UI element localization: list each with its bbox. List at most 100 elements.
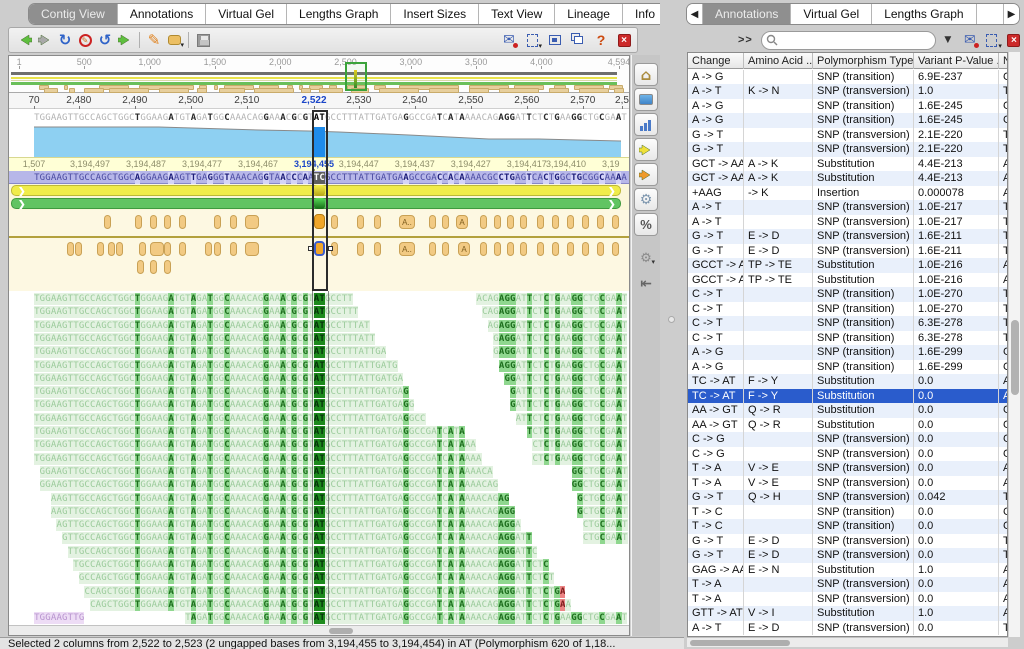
table-row[interactable]: GCT -> AATA -> KSubstitution4.4E-213A — [688, 171, 1008, 186]
polymorphism-marker[interactable] — [116, 242, 123, 256]
dropdown-arrow-icon[interactable]: ▼ — [938, 30, 958, 50]
read-row[interactable]: TGCCAGCTGGCTGGAAGATGTAGATGGCAAACAGGAAACG… — [73, 558, 548, 570]
column-header-n[interactable]: N — [999, 53, 1008, 69]
polymorphism-marker[interactable] — [537, 242, 544, 256]
polymorphism-marker[interactable] — [582, 242, 589, 256]
settings-menu-button[interactable]: ⚙▾ — [634, 247, 658, 269]
read-row[interactable]: GCCAGCTGGCTGGAAGATGTAGATGGCAAACAGGAAACGC… — [79, 571, 554, 583]
contig-hscroll-thumb[interactable] — [329, 628, 353, 634]
table-row[interactable]: G -> TE -> DSNP (transversion)0.0T — [688, 548, 1008, 563]
read-row[interactable]: TGGAAGTTGCCAGCTGGCTGGAAGATGTAGATGGCAAACA… — [34, 372, 403, 384]
tab-virtual-gel[interactable]: Virtual Gel — [206, 4, 287, 24]
read-row[interactable]: CTGCGAAT — [583, 518, 628, 530]
read-row[interactable]: TGGAAGTTGCCAGCTGGCTGGAAGATGTAGATGGCAAACA… — [34, 452, 482, 464]
contig-overview[interactable]: 15001,0001,5002,0002,5003,0003,5004,0004… — [9, 56, 629, 93]
polymorphism-marker[interactable] — [520, 242, 527, 256]
polymorphism-marker[interactable] — [179, 242, 186, 256]
contig-horizontal-scrollbar[interactable] — [9, 625, 629, 635]
mail-icon[interactable]: ✉ — [960, 30, 980, 50]
table-row[interactable]: GCCT -> ATCTTP -> TESubstitution1.0E-216… — [688, 273, 1008, 288]
polymorphism-marker[interactable] — [164, 242, 171, 256]
home-icon[interactable]: ⌂ — [636, 65, 656, 85]
read-row[interactable]: CTCTGAAGGCTGCGAAT — [532, 452, 627, 464]
read-row[interactable]: TGGAAGTTGCCAGCTGGCTGGAAGATGTAGATGGCAAACA… — [34, 385, 409, 397]
polymorphism-marker[interactable] — [374, 215, 381, 229]
read-row[interactable]: GATTCTCTGAAGGCTGCGAAT — [510, 398, 627, 410]
read-row[interactable]: TGGAAGTTGCCAGCTGGCTGGAAGATGTAGATGGCAAACA… — [34, 438, 476, 450]
polymorphism-marker[interactable] — [179, 215, 186, 229]
read-row[interactable]: TGGAAGTTGCCAGCTGGCTGGAAGATGTAGATGGCAAACA… — [34, 292, 353, 304]
polymorphism-marker[interactable] — [374, 242, 381, 256]
polymorphism-marker[interactable] — [164, 215, 171, 229]
read-row[interactable]: GGAAGTTGCCAGCTGGCTGGAAGATGTAGATGGCAAACAG… — [40, 478, 499, 490]
table-row[interactable]: T -> AV -> ESNP (transversion)0.0A — [688, 461, 1008, 476]
annotations-scroll-thumb[interactable] — [1011, 320, 1019, 395]
polymorphism-marker[interactable] — [150, 242, 164, 256]
polymorphism-marker[interactable] — [552, 215, 559, 229]
display-button[interactable] — [634, 88, 658, 111]
read-row[interactable]: ATTCTCTGAAGGCTGCGAAT — [516, 412, 628, 424]
polymorphism-marker[interactable] — [108, 242, 115, 256]
polymorphism-marker[interactable] — [135, 215, 142, 229]
polymorphism-marker[interactable] — [357, 215, 364, 229]
read-row[interactable]: AGTTGCCAGCTGGCTGGAAGATGTAGATGGCAAACAGGAA… — [56, 518, 520, 530]
read-row[interactable]: GGATTCTCTGAAGGCTGCGAAT — [504, 372, 627, 384]
tab-right-annotations[interactable]: Annotations — [703, 4, 791, 24]
table-row[interactable]: G -> TE -> DSNP (transversion)1.6E-211T — [688, 229, 1008, 244]
table-row[interactable]: T -> AV -> ESNP (transversion)0.0A — [688, 476, 1008, 491]
table-row[interactable]: GAG -> AATE -> NSubstitution1.0A — [688, 563, 1008, 578]
tab-right-lengths-graph[interactable]: Lengths Graph — [872, 4, 976, 24]
home-button[interactable]: ⌂ — [634, 63, 658, 86]
table-row[interactable]: AA -> GTQ -> RSubstitution0.0G — [688, 418, 1008, 433]
read-row[interactable]: CAGAGGATTCTCTGAAGGCTGCGAAT — [482, 305, 627, 317]
table-row[interactable]: GTT -> ATTV -> ISubstitution1.0A — [688, 606, 1008, 621]
read-row[interactable]: TGGAAGTTGCCAGCTGGCTGGAAGATGTAGATGGCAAACA… — [34, 412, 426, 424]
table-row[interactable]: A -> GSNP (transition)6.9E-237G — [688, 70, 1008, 85]
read-row[interactable]: TGGAAGTTGCCAGCTGGCTGGAAGATGTAGATGGCAAACA… — [34, 319, 370, 331]
percent-icon[interactable]: % — [636, 215, 656, 235]
annotations-table[interactable]: ChangeAmino Acid ...Polymorphism TypeVar… — [687, 52, 1008, 637]
table-row[interactable]: T -> ASNP (transversion)0.0A — [688, 577, 1008, 592]
settings-icon[interactable]: ⚙ — [636, 190, 656, 210]
read-row[interactable]: AGGATTCTCTGAAGGCTGCGAAT — [499, 359, 628, 371]
table-row[interactable]: A -> GSNP (transition)1.6E-299G — [688, 360, 1008, 375]
annotation-search-input[interactable] — [761, 31, 936, 50]
polymorphism-marker[interactable] — [429, 242, 436, 256]
read-row[interactable]: GCTGCGAAT — [577, 505, 627, 517]
polymorphism-marker[interactable] — [597, 242, 604, 256]
read-row[interactable]: TGGAAGTTG — [34, 611, 84, 623]
read-row[interactable]: TGGAAGTTGCCAGCTGGCTGGAAGATGTAGATGGCAAACA… — [34, 398, 414, 410]
read-row[interactable]: AAGTTGCCAGCTGGCTGGAAGATGTAGATGGCAAACAGGA… — [51, 492, 510, 504]
polymorphism-marker[interactable] — [137, 260, 144, 274]
collapse-left-icon[interactable]: ⇤ — [636, 274, 656, 294]
read-row[interactable]: GAGGATTCTCTGAAGGCTGCGAAT — [493, 332, 627, 344]
next-edit-icon[interactable] — [636, 165, 656, 185]
table-row[interactable]: A -> TK -> NSNP (transversion)1.0T — [688, 84, 1008, 99]
pencil-edit-icon[interactable]: ✎ — [144, 30, 164, 50]
close-icon[interactable]: × — [1004, 30, 1024, 50]
polymorphism-marker[interactable] — [205, 242, 212, 256]
table-row[interactable]: C -> GSNP (transversion)0.0G — [688, 447, 1008, 462]
polymorphism-marker[interactable] — [97, 242, 104, 256]
polymorphism-marker[interactable] — [494, 215, 501, 229]
read-row[interactable]: CAGCTGGCTGGAAGATGTAGATGGCAAACAGGAAACGCGT… — [90, 598, 571, 610]
copy-with-options-icon[interactable]: ▾ — [522, 30, 542, 50]
tab-scroll-left[interactable]: ◀ — [687, 4, 703, 24]
selected-column[interactable] — [312, 110, 328, 291]
polymorphism-marker[interactable] — [150, 260, 157, 274]
polymorphism-marker[interactable]: A.. — [399, 215, 415, 229]
read-row[interactable]: TGGAAGTTGCCAGCTGGCTGGAAGATGTAGATGGCAAACA… — [34, 345, 386, 357]
read-row[interactable]: CCAGCTGGCTGGAAGATGTAGATGGCAAACAGGAAACGCG… — [84, 585, 565, 597]
column-header-amino-acid[interactable]: Amino Acid ... — [744, 53, 813, 69]
polymorphism-marker[interactable] — [520, 215, 527, 229]
table-row[interactable]: A -> GSNP (transition)1.6E-299G — [688, 345, 1008, 360]
polymorphism-marker[interactable] — [582, 215, 589, 229]
read-row[interactable]: TAGATGGCAAACAGGAAACGCGTATGCCTTTATTGATGAG… — [185, 611, 627, 623]
table-row[interactable]: T -> CSNP (transition)0.0C — [688, 519, 1008, 534]
read-row[interactable]: GTTGCCAGCTGGCTGGAAGATGTAGATGGCAAACAGGAAA… — [62, 531, 532, 543]
read-row[interactable]: GCTGCGAAT — [577, 492, 627, 504]
apply-edits-icon[interactable] — [115, 30, 135, 50]
collapse-left-button[interactable]: ⇤ — [634, 273, 658, 295]
polymorphism-marker[interactable] — [442, 215, 449, 229]
read-row[interactable]: TGGAAGTTGCCAGCTGGCTGGAAGATGTAGATGGCAAACA… — [34, 359, 398, 371]
